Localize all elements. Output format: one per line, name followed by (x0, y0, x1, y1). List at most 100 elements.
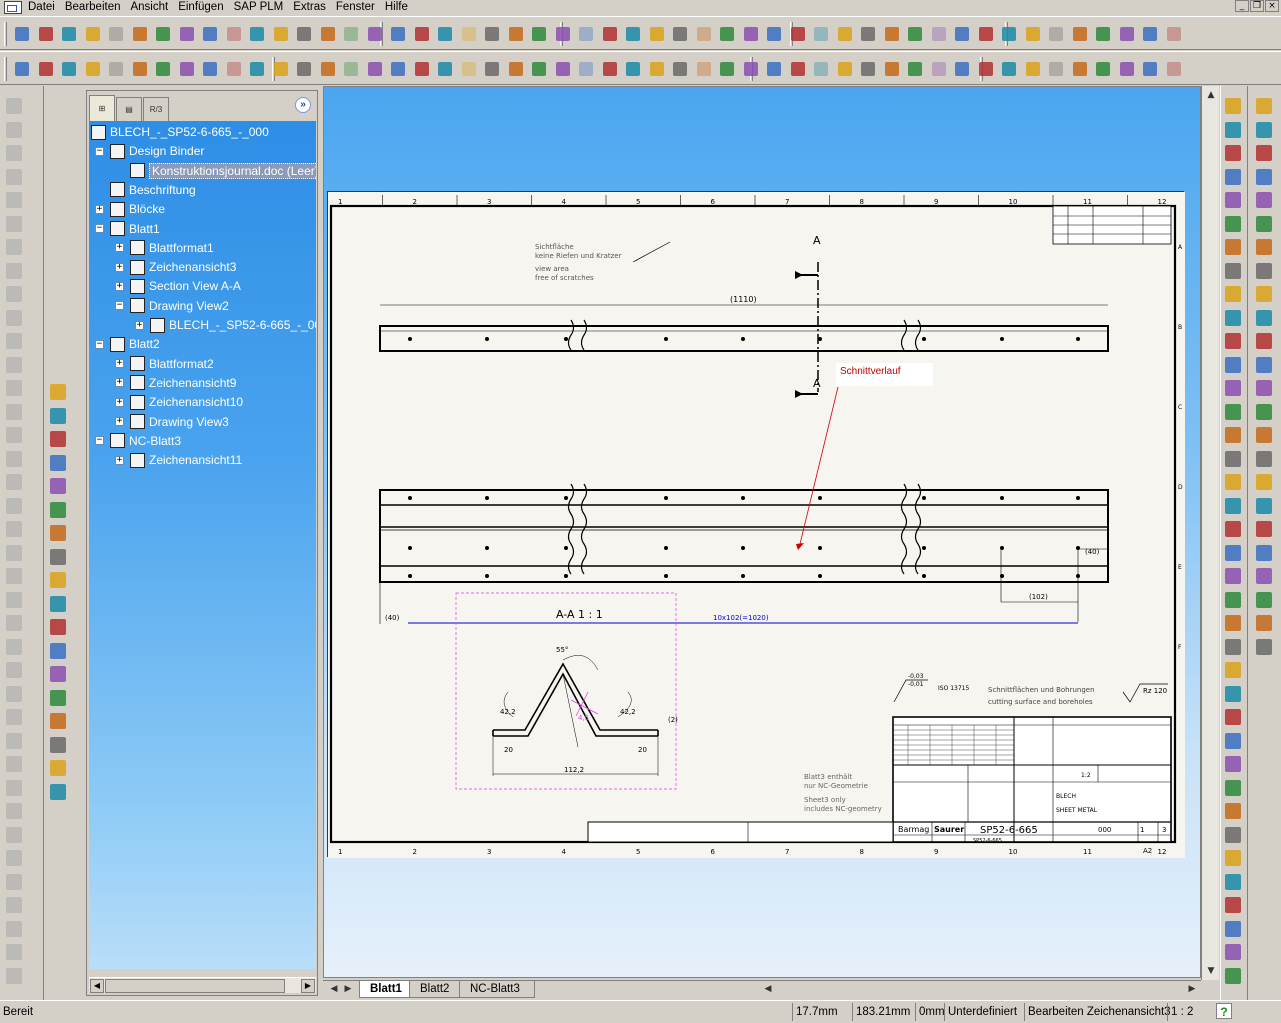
toolbar-button[interactable] (341, 24, 361, 44)
tool-icon[interactable] (50, 431, 66, 447)
expand-icon[interactable]: + (115, 281, 124, 291)
menu-datei[interactable]: Datei (24, 1, 59, 14)
toolbar-button[interactable] (529, 59, 549, 79)
tree-node[interactable]: + Zeichenansicht10 (115, 393, 243, 411)
tool-icon[interactable] (1225, 920, 1241, 937)
tool-icon[interactable] (1225, 403, 1241, 420)
toolbar-button[interactable] (341, 59, 361, 79)
tool-icon[interactable] (6, 897, 22, 913)
toolbar-button[interactable] (1023, 24, 1043, 44)
tool-icon[interactable] (50, 548, 66, 565)
tool-icon[interactable] (1256, 544, 1272, 561)
toolbar-button[interactable] (177, 59, 197, 79)
toolbar-button[interactable] (647, 59, 667, 79)
toolbar-button[interactable] (788, 24, 808, 44)
toolbar-button[interactable] (600, 24, 620, 44)
tool-icon[interactable] (1225, 145, 1241, 161)
tool-icon[interactable] (1256, 121, 1272, 138)
toolbar-button[interactable] (1140, 24, 1160, 44)
tool-icon[interactable] (6, 450, 22, 467)
tree-node[interactable]: Beschriftung (95, 181, 196, 199)
toolbar-button[interactable] (224, 59, 244, 79)
tool-icon[interactable] (1225, 427, 1241, 443)
toolbar-button[interactable] (788, 59, 808, 79)
tree-node[interactable]: + Drawing View3 (115, 413, 229, 431)
tool-icon[interactable] (6, 262, 22, 279)
tool-icon[interactable] (1225, 497, 1241, 514)
toolbar-button[interactable] (811, 59, 831, 79)
toolbar-button[interactable] (36, 59, 56, 79)
tool-icon[interactable] (1225, 615, 1241, 631)
tool-icon[interactable] (1225, 803, 1241, 819)
tool-icon[interactable] (6, 779, 22, 796)
scroll-down-arrow-icon[interactable]: ▼ (1203, 963, 1219, 979)
toolbar-button[interactable] (999, 59, 1019, 79)
tree-node[interactable]: + Zeichenansicht3 (115, 258, 236, 276)
tool-icon[interactable] (50, 454, 66, 471)
toolbar-button[interactable] (999, 24, 1019, 44)
toolbar-button[interactable] (318, 24, 338, 44)
tree-node[interactable]: − Design Binder (95, 142, 204, 160)
toolbar-button[interactable] (694, 59, 714, 79)
toolbar-button[interactable] (12, 59, 32, 79)
toolbar-button[interactable] (271, 59, 291, 79)
tool-icon[interactable] (6, 145, 22, 161)
tool-icon[interactable] (6, 356, 22, 373)
tool-icon[interactable] (6, 98, 22, 114)
tool-icon[interactable] (1225, 944, 1241, 960)
tool-icon[interactable] (1225, 873, 1241, 890)
toolbar-button[interactable] (200, 59, 220, 79)
tool-icon[interactable] (1256, 521, 1272, 537)
toolbar-button[interactable] (694, 24, 714, 44)
tool-icon[interactable] (6, 709, 22, 725)
toolbar-button[interactable] (200, 24, 220, 44)
toolbar-button[interactable] (1070, 59, 1090, 79)
toolbar-button[interactable] (153, 59, 173, 79)
toolbar-button[interactable] (647, 24, 667, 44)
tool-icon[interactable] (1225, 850, 1241, 866)
tool-icon[interactable] (1225, 356, 1241, 373)
tool-icon[interactable] (6, 427, 22, 443)
toolbar-button[interactable] (435, 59, 455, 79)
toolbar-button[interactable] (670, 59, 690, 79)
toolbar-button[interactable] (952, 59, 972, 79)
toolbar-button[interactable] (106, 59, 126, 79)
tool-icon[interactable] (1225, 98, 1241, 114)
graphics-area[interactable]: 1 1 2 2 3 3 4 4 5 5 6 6 7 7 8 8 9 9 10 10 11 11 12 12 ABCDEF Si… (323, 86, 1201, 978)
tool-icon[interactable] (50, 783, 66, 800)
tree-node[interactable]: − Blatt1 (95, 220, 160, 238)
toolbar-button[interactable] (365, 24, 385, 44)
feature-tree-hscrollbar[interactable]: ◀ ▶ (89, 977, 316, 993)
toolbar-button[interactable] (741, 59, 761, 79)
tool-icon[interactable] (1225, 662, 1241, 678)
tool-icon[interactable] (6, 685, 22, 702)
tool-icon[interactable] (1225, 967, 1241, 984)
tool-icon[interactable] (1225, 685, 1241, 702)
tool-icon[interactable] (6, 121, 22, 138)
tool-icon[interactable] (6, 403, 22, 420)
toolbar-button[interactable] (153, 24, 173, 44)
tool-icon[interactable] (1225, 215, 1241, 232)
scroll-thumb[interactable] (105, 979, 285, 993)
collapse-icon[interactable]: − (95, 224, 104, 233)
tool-icon[interactable] (1256, 497, 1272, 514)
tool-icon[interactable] (1225, 168, 1241, 185)
toolbar-button[interactable] (482, 59, 502, 79)
tree-node[interactable]: − NC-Blatt3 (95, 432, 181, 450)
tree-node[interactable]: Konstruktionsjournal.doc (Leer) (115, 162, 316, 180)
tool-icon[interactable] (6, 215, 22, 232)
app-icon[interactable] (4, 0, 22, 14)
toolbar-button[interactable] (905, 59, 925, 79)
tool-icon[interactable] (1256, 474, 1272, 490)
tool-icon[interactable] (1256, 403, 1272, 420)
tool-icon[interactable] (1225, 262, 1241, 279)
tool-icon[interactable] (6, 756, 22, 772)
tree-node[interactable]: − Drawing View2 (115, 297, 229, 315)
collapse-icon[interactable]: − (95, 146, 104, 156)
toolbar-button[interactable] (858, 24, 878, 44)
toolbar-button[interactable] (83, 59, 103, 79)
tool-icon[interactable] (1256, 356, 1272, 373)
toolbar-button[interactable] (952, 24, 972, 44)
toolbar-button[interactable] (858, 59, 878, 79)
toolbar-button[interactable] (976, 24, 996, 44)
